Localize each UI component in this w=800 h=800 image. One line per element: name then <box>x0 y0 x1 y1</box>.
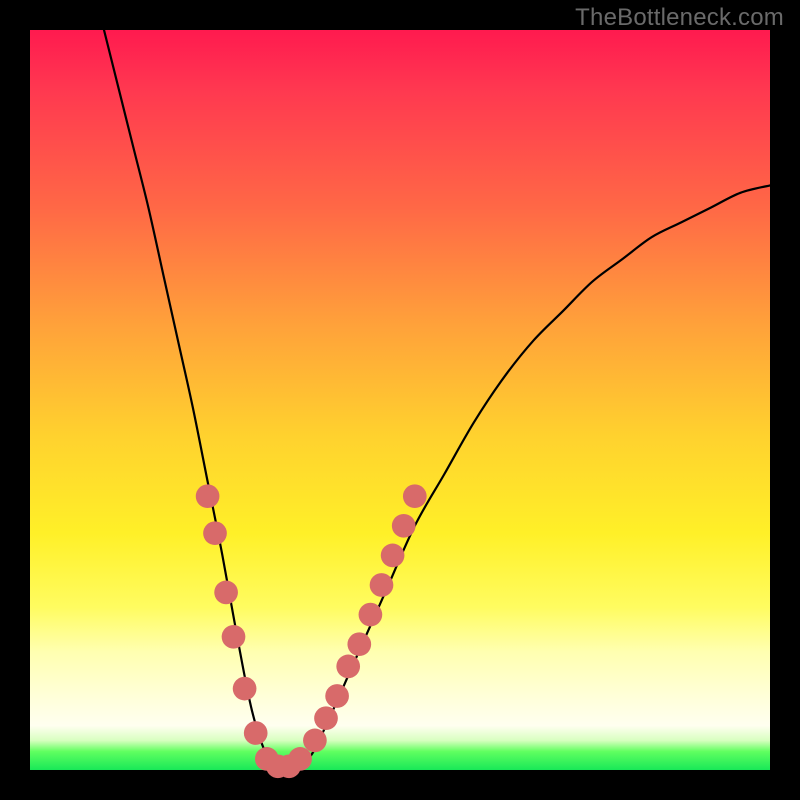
marker-dot <box>381 544 405 568</box>
watermark-label: TheBottleneck.com <box>575 4 784 32</box>
heatmap-background <box>30 30 770 770</box>
marker-dot <box>314 706 338 730</box>
marker-dot <box>196 484 220 508</box>
marker-dot <box>403 484 427 508</box>
marker-dot <box>288 747 312 771</box>
marker-dot <box>233 677 257 701</box>
marker-dot <box>347 632 371 656</box>
marker-dot <box>336 655 360 679</box>
marker-dot <box>214 581 238 605</box>
marker-dot <box>359 603 383 627</box>
marker-dots <box>196 484 427 778</box>
marker-dot <box>244 721 268 745</box>
marker-dot <box>303 729 327 753</box>
curve-layer <box>30 30 770 770</box>
marker-dot <box>325 684 349 708</box>
chart-frame: TheBottleneck.com <box>0 0 800 800</box>
bottleneck-curve <box>104 30 770 772</box>
marker-dot <box>392 514 416 538</box>
marker-dot <box>370 573 394 597</box>
marker-dot <box>203 521 227 545</box>
marker-dot <box>222 625 246 649</box>
